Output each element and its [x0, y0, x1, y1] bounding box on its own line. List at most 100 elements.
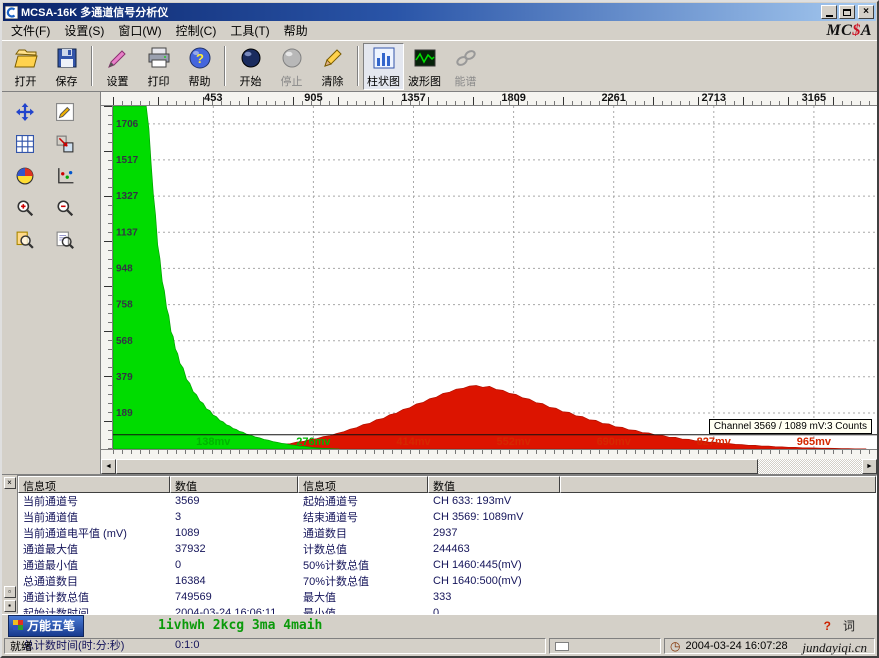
color-tool-button[interactable] [12, 166, 38, 190]
maximize-button[interactable] [839, 5, 855, 19]
toolbar-waveform-label: 波形图 [408, 76, 441, 88]
chart-tooltip: Channel 3569 / 1089 mV:3 Counts [709, 419, 872, 434]
edit-tool-button[interactable] [52, 102, 78, 126]
zoom-in-tool-button[interactable] [12, 198, 38, 222]
toolbar-separator [91, 46, 93, 86]
info-value-cell: CH 1460:445(mV) [428, 559, 560, 571]
svg-text:276mv: 276mv [296, 436, 331, 448]
info-label-cell: 通道最小值 [18, 557, 170, 573]
toolbar-spectrum-button: 能谱 [445, 43, 486, 90]
toolbar-help-button[interactable]: ? 帮助 [179, 43, 220, 90]
ruler-tick-label: 2713 [702, 92, 726, 104]
menu-item-file[interactable]: 文件(F) [4, 20, 57, 41]
toolbar-clear-button[interactable]: 清除 [312, 43, 353, 90]
info-table: 信息项数值信息项数值当前通道号3569起始通道号CH 633: 193mV当前通… [17, 475, 877, 614]
start-sphere-icon [239, 46, 263, 75]
plot-row: 1893795687589481137132715171706138mv276m… [101, 106, 877, 449]
info-label-cell: 通道计数总值 [18, 589, 170, 605]
toolbar-histogram-label: 柱状图 [367, 76, 400, 88]
watermark: jundayiqi.cn [802, 640, 867, 656]
ruler-tick-label: 1357 [401, 92, 425, 104]
pencil-icon [56, 103, 74, 126]
clock-icon: ◷ [670, 640, 680, 652]
table-row[interactable]: 通道计数总值749569最大值333 [18, 589, 876, 605]
close-button[interactable]: × [858, 5, 874, 19]
info-table-header-cell[interactable]: 信息项 [298, 476, 428, 493]
axes-icon [56, 167, 74, 190]
zoom-region-icon [16, 231, 34, 254]
histogram-icon [372, 46, 396, 75]
toolbar-histogram-button[interactable]: 柱状图 [363, 43, 404, 90]
svg-text:414mv: 414mv [396, 436, 431, 448]
spectrum-link-icon [454, 46, 478, 75]
toolbar-save-label: 保存 [56, 76, 78, 88]
toolbar-save-button[interactable]: 保存 [46, 43, 87, 90]
resize-tool-button[interactable] [52, 134, 78, 158]
menu-item-help[interactable]: 帮助 [277, 20, 315, 41]
menu-item-control[interactable]: 控制(C) [169, 20, 224, 41]
info-value-cell: 37932 [170, 543, 298, 555]
info-table-header-cell[interactable]: 数值 [428, 476, 560, 493]
ruler-tick-label: 905 [304, 92, 322, 104]
table-row[interactable]: 通道最大值37932计数总值244463 [18, 541, 876, 557]
table-row[interactable]: 当前通道电平值 (mV)1089通道数目2937 [18, 525, 876, 541]
app-window: MCSA-16K 多通道信号分析仪 × 文件(F)设置(S)窗口(W)控制(C)… [0, 0, 879, 658]
info-table-header-cell[interactable]: 数值 [170, 476, 298, 493]
axes-tool-button[interactable] [52, 166, 78, 190]
info-label-cell: 70%计数总值 [298, 573, 428, 589]
toolbar-start-button[interactable]: 开始 [230, 43, 271, 90]
help-ball-icon: ? [188, 46, 212, 75]
toolbar-setup-button[interactable]: 设置 [97, 43, 138, 90]
toolbar-waveform-button[interactable]: 波形图 [404, 43, 445, 90]
scroll-right-button[interactable]: ► [862, 459, 877, 474]
grid-tool-button[interactable] [12, 134, 38, 158]
ime-word-button[interactable]: 词 [843, 617, 855, 634]
zoom-in-icon [16, 199, 34, 222]
zoom-region-tool-button[interactable] [12, 230, 38, 254]
info-panel-close-button[interactable]: × [4, 477, 16, 489]
svg-text:948: 948 [116, 263, 133, 274]
ime-help-button[interactable]: ? [824, 619, 831, 633]
info-value-cell: 749569 [170, 591, 298, 603]
info-value-cell: 333 [428, 591, 560, 603]
svg-text:379: 379 [116, 372, 133, 383]
table-row[interactable]: 总通道数目1638470%计数总值CH 1640:500(mV) [18, 573, 876, 589]
window-title: MCSA-16K 多通道信号分析仪 [21, 4, 818, 20]
mcsa-logo: MC$A [826, 22, 872, 40]
ime-engine-button[interactable]: 万能五笔 [8, 615, 84, 637]
svg-text:1517: 1517 [116, 155, 139, 166]
info-table-header-cell[interactable]: 信息项 [18, 476, 170, 493]
tool-palette [2, 92, 100, 474]
toolbar-open-button[interactable]: 打开 [5, 43, 46, 90]
menu-item-settings[interactable]: 设置(S) [57, 20, 111, 41]
open-folder-icon [14, 46, 38, 75]
info-value-cell: 2937 [428, 527, 560, 539]
scrollbar-thumb[interactable] [116, 459, 758, 474]
toolbar-print-button[interactable]: 打印 [138, 43, 179, 90]
histogram-plot[interactable]: 1893795687589481137132715171706138mv276m… [113, 106, 877, 449]
table-row[interactable]: 通道最小值050%计数总值CH 1460:445(mV) [18, 557, 876, 573]
table-row[interactable]: 当前通道值3结束通道号CH 3569: 1089mV [18, 509, 876, 525]
scroll-left-button[interactable]: ◄ [101, 459, 116, 474]
pan-tool-button[interactable] [12, 102, 38, 126]
horizontal-ruler: 45390513571809226127133165 [101, 92, 877, 106]
dock-toggle-bottom-button[interactable]: ▪ [4, 600, 16, 612]
table-row[interactable]: 当前通道号3569起始通道号CH 633: 193mV [18, 493, 876, 509]
info-label-cell: 当前通道号 [18, 493, 170, 509]
menu-item-tools[interactable]: 工具(T) [223, 20, 276, 41]
info-label-cell: 当前通道值 [18, 509, 170, 525]
svg-text:?: ? [196, 51, 204, 66]
toolbar-print-label: 打印 [148, 76, 170, 88]
zoom-full-tool-button[interactable] [52, 230, 78, 254]
ime-candidates[interactable]: 1ivhwh 2kcg 3ma 4maih [158, 618, 322, 633]
status-bar: 就绪 ◷ 2004-03-24 16:07:28 [2, 636, 877, 656]
dock-toggle-top-button[interactable]: ▫ [4, 586, 16, 598]
logo-accent: $ [852, 22, 861, 39]
menu-item-window[interactable]: 窗口(W) [111, 20, 168, 41]
svg-text:1137: 1137 [116, 227, 138, 238]
minimize-button[interactable] [821, 5, 837, 19]
toolbar-help-label: 帮助 [189, 76, 211, 88]
zoom-out-tool-button[interactable] [52, 198, 78, 222]
ruler-tick-label: 3165 [802, 92, 826, 104]
scrollbar-track[interactable] [116, 459, 862, 474]
